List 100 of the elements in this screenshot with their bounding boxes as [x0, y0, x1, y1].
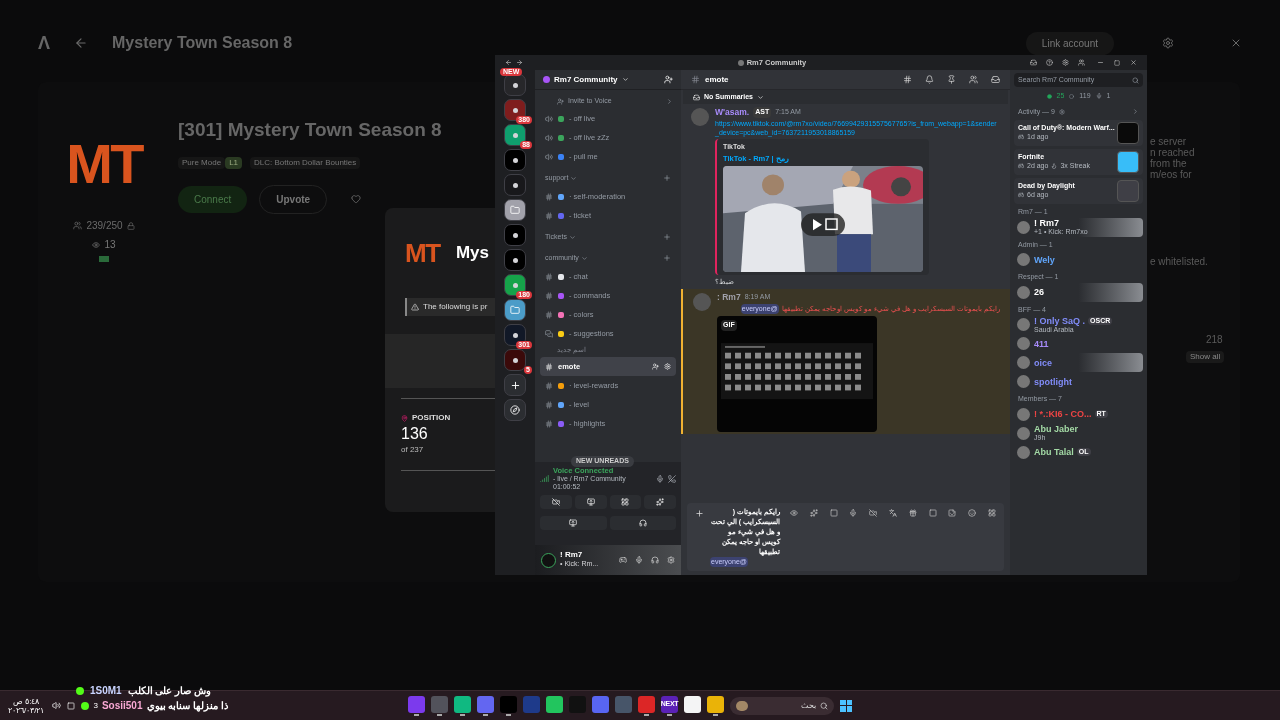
- voice-action-button[interactable]: [540, 495, 572, 509]
- header-tool-icon[interactable]: [925, 75, 934, 84]
- add-channel-icon[interactable]: [663, 254, 671, 262]
- add-server-button[interactable]: [504, 374, 526, 396]
- back-icon[interactable]: [505, 59, 512, 66]
- channel-type-icon: [545, 211, 553, 220]
- server-name[interactable]: Rm7 Community: [554, 73, 618, 86]
- settings-icon[interactable]: [1058, 108, 1065, 115]
- headphones-icon[interactable]: [651, 556, 659, 564]
- server-icon[interactable]: [504, 74, 526, 96]
- volume-icon[interactable]: [52, 701, 62, 710]
- author-name: : Rm7: [717, 291, 741, 304]
- pin-icon: [401, 414, 408, 422]
- tablet-icon[interactable]: [67, 701, 76, 710]
- add-channel-icon[interactable]: [663, 233, 671, 241]
- voice-action-button[interactable]: [574, 495, 607, 509]
- voice-action-icon: [656, 498, 665, 506]
- invite-icon[interactable]: [664, 75, 673, 84]
- headphones-button[interactable]: [609, 516, 676, 530]
- server-icon[interactable]: [504, 174, 526, 196]
- member-name: spotlight: [1034, 376, 1072, 387]
- warning-text: The following is pr: [423, 301, 488, 313]
- member-name: Abu Talal: [1034, 447, 1074, 457]
- highlighted-member[interactable]: oice: [1014, 353, 1143, 372]
- title-tool-icon[interactable]: [1062, 59, 1069, 66]
- open-indicator: [667, 713, 672, 716]
- server-folder[interactable]: [504, 199, 526, 221]
- back-icon[interactable]: [74, 36, 88, 50]
- composer-tool-icon[interactable]: [809, 508, 818, 517]
- forward-icon[interactable]: [516, 59, 523, 66]
- close-icon[interactable]: [1130, 59, 1137, 66]
- search-icon: [820, 701, 828, 710]
- composer-tool-icon[interactable]: [987, 508, 996, 517]
- add-channel-icon[interactable]: [663, 174, 671, 182]
- link-account-button[interactable]: Link account: [1025, 31, 1114, 55]
- composer-tool-icon[interactable]: [908, 508, 917, 517]
- highlighted-member[interactable]: 26: [1014, 282, 1143, 302]
- player-count: 239/250: [86, 219, 123, 233]
- header-tool-icon[interactable]: [903, 75, 912, 84]
- composer-tool-icon[interactable]: [829, 508, 838, 517]
- header-tool-icon[interactable]: [947, 75, 956, 84]
- server-icon[interactable]: [504, 349, 526, 371]
- taskbar-app[interactable]: [707, 695, 724, 713]
- title-tool-icon[interactable]: [1046, 59, 1053, 66]
- tag: Pure Mode: [178, 156, 226, 169]
- minimize-icon[interactable]: [1097, 59, 1104, 66]
- voice-action-icon: [621, 498, 630, 506]
- avatar: [1017, 253, 1030, 266]
- header-tool-icon[interactable]: [969, 75, 978, 84]
- server-icon[interactable]: [504, 149, 526, 171]
- screen-share-button[interactable]: [540, 516, 607, 530]
- composer-tool-icon[interactable]: [849, 508, 858, 517]
- composer-tool-icon[interactable]: [948, 508, 957, 517]
- channel-type-icon: [545, 192, 553, 201]
- activity-icon[interactable]: [619, 556, 627, 564]
- show-all-button[interactable]: Show all: [1186, 351, 1225, 363]
- title-tool-icon[interactable]: [1030, 59, 1037, 66]
- taskbar-app[interactable]: [454, 695, 471, 713]
- invite-icon[interactable]: [652, 363, 659, 370]
- open-indicator: [644, 713, 649, 716]
- open-indicator: [483, 713, 488, 716]
- taskbar-app[interactable]: [546, 695, 563, 713]
- plus-icon: [509, 379, 521, 391]
- mic-icon[interactable]: [635, 556, 643, 564]
- composer-tool-icon[interactable]: [869, 508, 878, 517]
- member-item[interactable]: 411: [1014, 334, 1143, 353]
- composer-tool-icon[interactable]: [928, 508, 937, 517]
- attach-icon[interactable]: [695, 508, 704, 518]
- title-tool-icon[interactable]: [1078, 59, 1085, 66]
- avatar: [541, 552, 556, 568]
- composer-tool-icon[interactable]: [889, 508, 897, 517]
- member-item[interactable]: spotlight: [1014, 372, 1143, 391]
- settings-icon[interactable]: [1162, 37, 1174, 49]
- open-indicator: [506, 713, 511, 716]
- member-name: 411: [1034, 338, 1049, 349]
- headphones-icon: [638, 519, 647, 527]
- position-label: POSITION: [412, 412, 451, 424]
- connect-button[interactable]: Connect: [178, 185, 248, 213]
- header-tool-icon[interactable]: [991, 75, 1000, 84]
- member-item[interactable]: Wely: [1014, 250, 1143, 269]
- channel-type-icon: [545, 329, 553, 338]
- taskbar-app[interactable]: [684, 695, 701, 713]
- server-icon[interactable]: [504, 249, 526, 271]
- offline-icon: [1069, 93, 1075, 99]
- composer-tool-icon[interactable]: [968, 508, 977, 517]
- server-icon[interactable]: [504, 224, 526, 246]
- maximize-icon[interactable]: [1114, 59, 1120, 66]
- disconnect-icon[interactable]: [668, 474, 676, 483]
- voice-action-button[interactable]: [644, 495, 676, 509]
- chevron-icon: [570, 174, 578, 182]
- close-icon[interactable]: [1230, 37, 1242, 49]
- start-icon[interactable]: [840, 699, 852, 712]
- server-folder[interactable]: [504, 299, 526, 321]
- avatar: [1017, 426, 1030, 440]
- clock-time: ٥:٤٨ ص: [13, 696, 40, 706]
- voice-action-button[interactable]: [609, 495, 642, 509]
- search-field[interactable]: بحث: [730, 696, 834, 715]
- discover-button[interactable]: [504, 399, 526, 421]
- member-name: 26: [1034, 287, 1044, 297]
- composer-tool-icon[interactable]: [790, 508, 798, 517]
